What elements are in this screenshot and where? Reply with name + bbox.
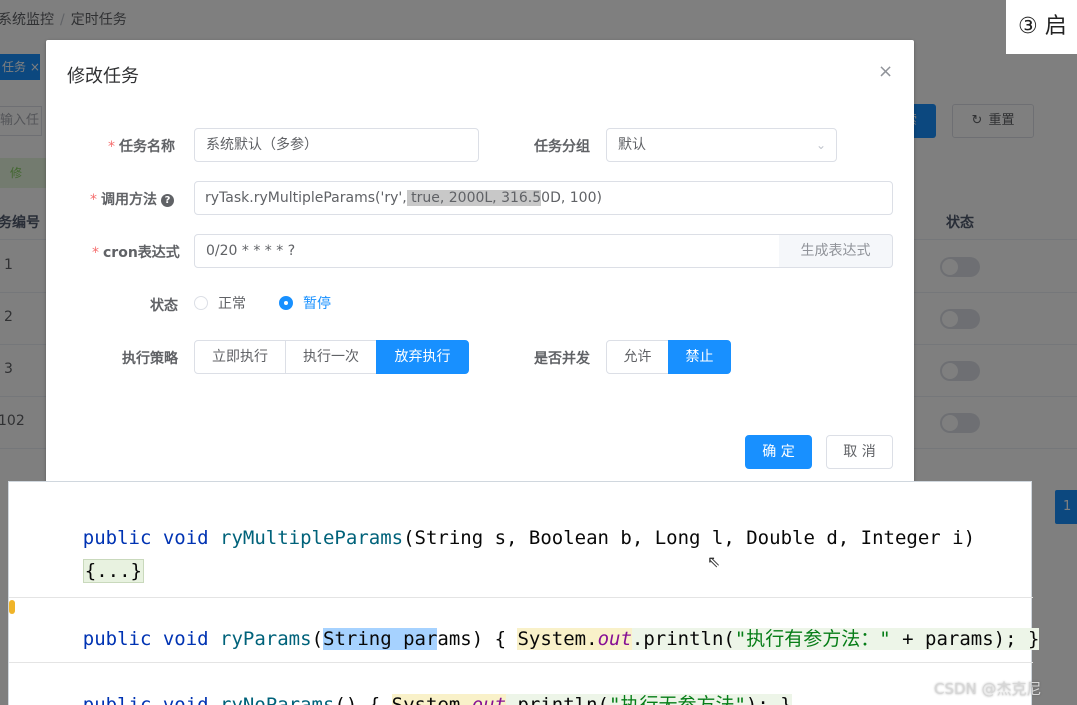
concurrent-option-deny[interactable]: 禁止: [668, 340, 731, 374]
close-icon[interactable]: ×: [878, 62, 893, 82]
lightbulb-icon[interactable]: [9, 600, 15, 614]
concurrent-option-allow[interactable]: 允许: [606, 340, 669, 374]
job-name-input[interactable]: 系统默认（多参）: [194, 128, 479, 162]
watermark: CSDN @杰克尼: [934, 680, 1042, 698]
misfire-policy-group: 立即执行 执行一次 放弃执行: [194, 340, 469, 374]
question-icon[interactable]: ?: [161, 194, 174, 207]
mouse-cursor-icon: ⇖: [707, 552, 721, 571]
required-mark: *: [92, 245, 99, 261]
required-mark: *: [90, 192, 97, 208]
generate-cron-button[interactable]: 生成表达式: [779, 234, 893, 268]
invoke-target-input[interactable]: ryTask.ryMultipleParams('ry', true, 2000…: [194, 181, 893, 215]
selected-code: String par: [323, 628, 438, 650]
step-annotation: ③ 启: [1006, 0, 1077, 54]
concurrent-label: 是否并发: [534, 351, 590, 367]
job-group-select[interactable]: 默认 ⌄: [606, 128, 837, 162]
invoke-target-label: * 调用方法?: [90, 189, 174, 209]
code-line-no-params: public void ryNoParams() { System.out.pr…: [37, 668, 792, 705]
code-divider: [9, 597, 1033, 598]
confirm-button[interactable]: 确 定: [745, 435, 812, 469]
code-editor-panel: public void ryMultipleParams(String s, B…: [8, 481, 1040, 705]
misfire-option-once[interactable]: 执行一次: [285, 340, 377, 374]
radio-circle: [194, 296, 208, 310]
chevron-down-icon: ⌄: [815, 138, 826, 152]
cancel-button[interactable]: 取 消: [826, 435, 893, 469]
dialog-title: 修改任务: [67, 66, 139, 87]
misfire-policy-label: 执行策略: [122, 351, 178, 367]
code-divider: [9, 662, 1033, 663]
selected-text: true, 2000L, 316.5: [406, 190, 542, 206]
radio-circle: [279, 296, 293, 310]
status-radio-paused[interactable]: 暂停: [279, 296, 331, 312]
misfire-option-abandon[interactable]: 放弃执行: [376, 340, 469, 374]
code-line-multiple-params: public void ryMultipleParams(String s, B…: [82, 527, 976, 549]
misfire-option-immediate[interactable]: 立即执行: [194, 340, 286, 374]
code-fold-block[interactable]: {...}: [37, 538, 144, 604]
status-label: 状态: [150, 298, 178, 314]
status-radio-normal[interactable]: 正常: [194, 296, 246, 312]
edit-job-dialog: 修改任务 × * 任务名称 系统默认（多参） 任务分组 默认 ⌄ * 调用方法? r…: [46, 40, 914, 490]
concurrent-group: 允许 禁止: [606, 340, 731, 374]
job-group-label: 任务分组: [534, 139, 590, 155]
job-group-value: 默认: [618, 137, 646, 153]
required-mark: *: [108, 139, 115, 155]
job-name-label: * 任务名称: [108, 139, 175, 155]
cron-expression-input[interactable]: 0/20 * * * * ?: [194, 234, 780, 268]
cron-label: * cron表达式: [92, 245, 180, 261]
folded-code[interactable]: {...}: [82, 559, 144, 583]
